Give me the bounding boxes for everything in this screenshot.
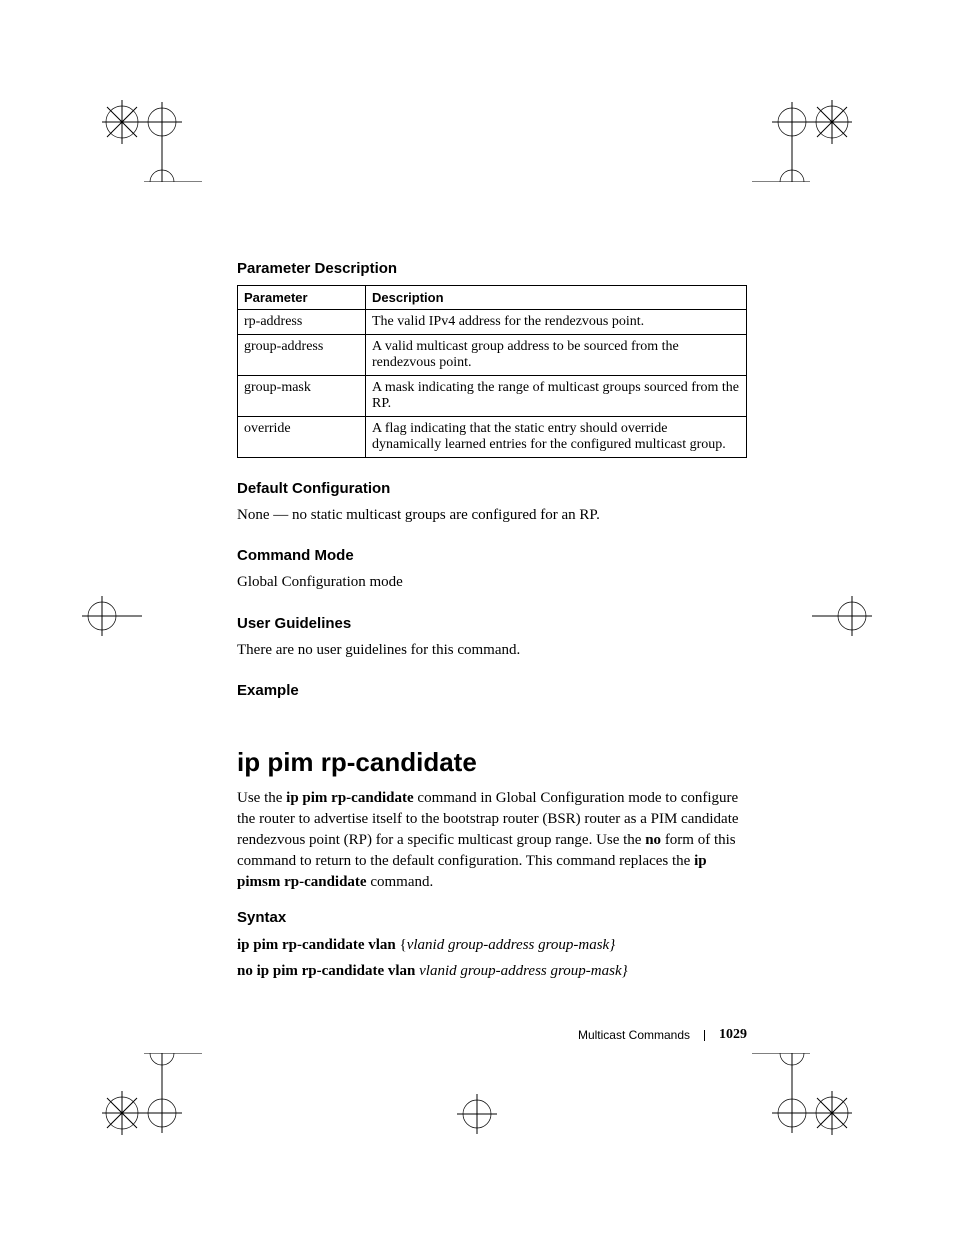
text-bold: ip pim rp-candidate vlan xyxy=(237,937,400,953)
text-italic: vlanid group-address group-mask} xyxy=(419,963,627,979)
text: { xyxy=(400,937,407,953)
registration-mark-icon xyxy=(82,596,142,636)
default-config-text: None — no static multicast groups are co… xyxy=(237,505,747,525)
text-italic: vlanid group-address group-mask} xyxy=(407,937,615,953)
registration-mark-icon xyxy=(752,82,852,182)
desc-cell: A valid multicast group address to be so… xyxy=(366,335,747,376)
table-row: group-address A valid multicast group ad… xyxy=(238,335,747,376)
parameter-table: Parameter Description rp-address The val… xyxy=(237,285,747,458)
registration-mark-icon xyxy=(752,1053,852,1153)
command-mode-heading: Command Mode xyxy=(237,547,747,564)
syntax-line-1: ip pim rp-candidate vlan {vlanid group-a… xyxy=(237,934,747,957)
registration-mark-icon xyxy=(452,1089,502,1139)
example-heading: Example xyxy=(237,682,747,699)
command-title: ip pim rp-candidate xyxy=(237,747,747,778)
param-cell: group-address xyxy=(238,335,366,376)
param-cell: override xyxy=(238,417,366,458)
page-number: 1029 xyxy=(719,1027,747,1043)
desc-cell: A flag indicating that the static entry … xyxy=(366,417,747,458)
text-bold: ip pim rp-candidate xyxy=(286,790,414,806)
text-bold: no ip pim rp-candidate vlan xyxy=(237,963,419,979)
syntax-line-2: no ip pim rp-candidate vlan vlanid group… xyxy=(237,960,747,983)
table-row: override A flag indicating that the stat… xyxy=(238,417,747,458)
table-row: group-mask A mask indicating the range o… xyxy=(238,376,747,417)
user-guidelines-heading: User Guidelines xyxy=(237,615,747,632)
footer-separator xyxy=(704,1030,705,1041)
desc-cell: The valid IPv4 address for the rendezvou… xyxy=(366,310,747,335)
param-desc-heading: Parameter Description xyxy=(237,260,747,277)
registration-mark-icon xyxy=(102,82,202,182)
text-bold: no xyxy=(645,832,661,848)
syntax-heading: Syntax xyxy=(237,909,747,926)
desc-cell: A mask indicating the range of multicast… xyxy=(366,376,747,417)
table-row: rp-address The valid IPv4 address for th… xyxy=(238,310,747,335)
footer-label: Multicast Commands xyxy=(578,1028,690,1042)
text: Use the xyxy=(237,790,286,806)
registration-mark-icon xyxy=(102,1053,202,1153)
command-description: Use the ip pim rp-candidate command in G… xyxy=(237,788,747,893)
default-config-heading: Default Configuration xyxy=(237,480,747,497)
user-guidelines-text: There are no user guidelines for this co… xyxy=(237,640,747,660)
registration-mark-icon xyxy=(812,596,872,636)
param-cell: rp-address xyxy=(238,310,366,335)
page-footer: Multicast Commands 1029 xyxy=(578,1027,747,1043)
col-param-header: Parameter xyxy=(238,286,366,310)
col-desc-header: Description xyxy=(366,286,747,310)
command-mode-text: Global Configuration mode xyxy=(237,572,747,592)
param-cell: group-mask xyxy=(238,376,366,417)
text: command. xyxy=(367,874,434,890)
